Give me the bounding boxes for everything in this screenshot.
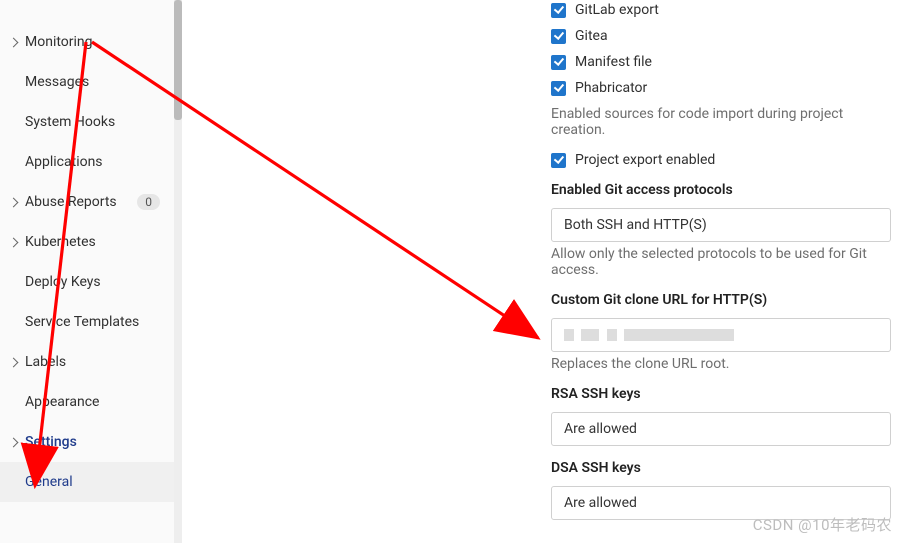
checkbox-label: Project export enabled	[575, 152, 715, 168]
sidebar-item-label: Messages	[25, 74, 164, 90]
count-badge: 0	[137, 194, 160, 210]
checkbox-checked-icon	[551, 3, 566, 18]
sidebar-item-abuse-reports[interactable]: Abuse Reports 0	[0, 182, 174, 222]
sidebar-item-appearance[interactable]: Appearance	[0, 382, 174, 422]
sidebar-item-label: Abuse Reports	[25, 194, 137, 210]
checkbox-label: Gitea	[575, 28, 608, 44]
redacted-text	[564, 329, 574, 341]
section-label-clone-url: Custom Git clone URL for HTTP(S)	[551, 292, 900, 308]
select-dsa-keys[interactable]: Are allowed	[551, 486, 891, 520]
sidebar-item-label: Service Templates	[25, 314, 164, 330]
sidebar-item-label: Labels	[25, 354, 164, 370]
chevron-right-icon	[9, 197, 19, 207]
sidebar-item-label: Deploy Keys	[25, 274, 164, 290]
sidebar-item-labels[interactable]: Labels	[0, 342, 174, 382]
section-label-git-protocols: Enabled Git access protocols	[551, 182, 900, 198]
sidebar-item-settings[interactable]: Settings	[0, 422, 174, 462]
select-value: Are allowed	[564, 421, 637, 437]
checkbox-project-export[interactable]: Project export enabled	[551, 152, 900, 168]
checkbox-phabricator[interactable]: Phabricator	[551, 80, 900, 96]
sidebar-item-label: Monitoring	[25, 34, 164, 50]
checkbox-checked-icon	[551, 29, 566, 44]
sidebar-item-label: System Hooks	[25, 114, 164, 130]
sidebar-item-label: Applications	[25, 154, 164, 170]
redacted-text	[607, 329, 617, 341]
sidebar-item-monitoring[interactable]: Monitoring	[0, 22, 174, 62]
checkbox-label: Manifest file	[575, 54, 652, 70]
help-text: Replaces the clone URL root.	[551, 356, 900, 372]
chevron-right-icon	[9, 37, 19, 47]
chevron-right-icon	[9, 237, 19, 247]
select-rsa-keys[interactable]: Are allowed	[551, 412, 891, 446]
select-value: Are allowed	[564, 495, 637, 511]
chevron-right-icon	[9, 357, 19, 367]
admin-sidebar: Monitoring Messages System Hooks Applica…	[0, 0, 175, 543]
help-text: Enabled sources for code import during p…	[551, 106, 900, 138]
checkbox-checked-icon	[551, 55, 566, 70]
sidebar-item-messages[interactable]: Messages	[0, 62, 174, 102]
checkbox-gitea[interactable]: Gitea	[551, 28, 900, 44]
checkbox-gitlab-export[interactable]: GitLab export	[551, 2, 900, 18]
sidebar-item-service-templates[interactable]: Service Templates	[0, 302, 174, 342]
redacted-text	[581, 329, 599, 341]
select-value: Both SSH and HTTP(S)	[564, 217, 707, 233]
input-clone-url[interactable]	[551, 318, 891, 352]
sidebar-item-label: Appearance	[25, 394, 164, 410]
section-label-dsa-keys: DSA SSH keys	[551, 460, 900, 476]
sidebar-item-general[interactable]: General	[0, 462, 174, 502]
sidebar-item-kubernetes[interactable]: Kubernetes	[0, 222, 174, 262]
sidebar-item-label: General	[25, 474, 164, 490]
chevron-right-icon	[9, 437, 19, 447]
checkbox-checked-icon	[551, 81, 566, 96]
sidebar-item-deploy-keys[interactable]: Deploy Keys	[0, 262, 174, 302]
redacted-text	[624, 329, 734, 341]
sidebar-item-applications[interactable]: Applications	[0, 142, 174, 182]
checkbox-manifest[interactable]: Manifest file	[551, 54, 900, 70]
scrollbar-thumb[interactable]	[174, 0, 182, 120]
checkbox-label: GitLab export	[575, 2, 659, 18]
help-text: Allow only the selected protocols to be …	[551, 246, 900, 278]
checkbox-checked-icon	[551, 153, 566, 168]
select-git-protocols[interactable]: Both SSH and HTTP(S)	[551, 208, 891, 242]
checkbox-label: Phabricator	[575, 80, 647, 96]
section-label-rsa-keys: RSA SSH keys	[551, 386, 900, 402]
sidebar-item-label: Kubernetes	[25, 234, 164, 250]
sidebar-item-system-hooks[interactable]: System Hooks	[0, 102, 174, 142]
settings-content: GitLab export Gitea Manifest file Phabri…	[185, 0, 900, 543]
sidebar-item-label: Settings	[25, 434, 164, 450]
